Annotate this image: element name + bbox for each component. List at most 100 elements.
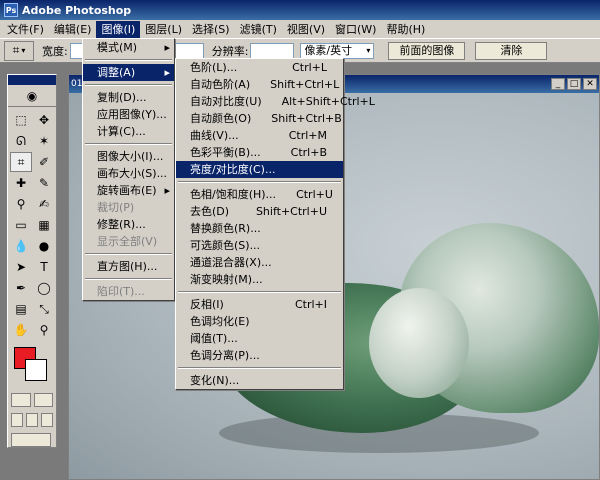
adjust-menu-item-0[interactable]: 色阶(L)... Ctrl+L [176, 59, 343, 76]
close-button[interactable]: ✕ [583, 78, 597, 90]
image-menu-item-15[interactable]: 直方图(H)... [83, 258, 174, 275]
adjust-menu-item-2[interactable]: 自动对比度(U) Alt+Shift+Ctrl+L [176, 93, 375, 110]
adjust-menu-item-9[interactable]: 去色(D) Shift+Ctrl+U [176, 203, 343, 220]
lasso-tool-icon[interactable]: ᘏ [10, 131, 32, 151]
shape-tool-icon[interactable]: ◯ [33, 278, 55, 298]
menu-item-7[interactable]: 窗口(W) [330, 21, 381, 38]
adjust-menu-item-16[interactable]: 色调均化(E) [176, 313, 343, 330]
crop-tool-icon[interactable]: ⌗ [10, 152, 32, 172]
maximize-button[interactable]: □ [567, 78, 581, 90]
menu-separator [85, 143, 172, 145]
standard-mode-button[interactable] [11, 393, 31, 407]
adjust-menu-item-13[interactable]: 渐变映射(M)... [176, 271, 343, 288]
gradient-tool-icon[interactable]: ▦ [33, 215, 55, 235]
adjust-menu-item-label: 曲线(V)... [190, 129, 239, 142]
height-input[interactable] [171, 42, 204, 59]
image-menu-item-13: 显示全部(V) [83, 233, 174, 250]
marquee-tool-icon[interactable]: ⬚ [10, 110, 32, 130]
slice-tool-icon[interactable]: ✐ [33, 152, 55, 172]
adjust-menu-item-17[interactable]: 阈值(T)... [176, 330, 343, 347]
adjust-menu-item-20[interactable]: 变化(N)... [176, 372, 343, 389]
menu-item-3[interactable]: 图层(L) [140, 21, 187, 38]
adjust-menu-item-shortcut: Ctrl+U [296, 188, 333, 201]
adjust-menu-item-shortcut: Shift+Ctrl+L [270, 78, 340, 91]
type-tool-icon[interactable]: T [33, 257, 55, 277]
image-menu-item-8[interactable]: 图像大小(I)... [83, 148, 174, 165]
image-menu-item-label: 旋转画布(E) [97, 184, 157, 197]
resolution-input[interactable] [250, 42, 295, 59]
adjust-menu-item-12[interactable]: 通道混合器(X)... [176, 254, 343, 271]
width-label: 宽度: [42, 44, 68, 58]
menu-item-5[interactable]: 滤镜(T) [235, 21, 282, 38]
adjust-menu-item-label: 自动对比度(U) [190, 95, 262, 108]
healing-brush-tool-icon[interactable]: ✚ [10, 173, 32, 193]
adjust-menu-item-shortcut: Shift+Ctrl+U [255, 205, 327, 218]
minimize-button[interactable]: _ [551, 78, 565, 90]
menu-item-8[interactable]: 帮助(H) [381, 21, 430, 38]
menu-item-6[interactable]: 视图(V) [282, 21, 330, 38]
dodge-tool-icon[interactable]: ● [33, 236, 55, 256]
image-menu-item-0[interactable]: 模式(M) [83, 39, 174, 56]
front-image-button[interactable]: 前面的图像 [388, 41, 466, 60]
eyedropper-tool-icon[interactable]: ⤡ [33, 299, 55, 319]
adjust-menu-item-label: 色调分离(P)... [190, 349, 260, 362]
adjust-menu-item-5[interactable]: 色彩平衡(B)... Ctrl+B [176, 144, 343, 161]
magic-wand-tool-icon[interactable]: ✶ [33, 131, 55, 151]
menu-item-2[interactable]: 图像(I) [96, 20, 141, 38]
background-color-swatch[interactable] [25, 359, 47, 381]
brush-tool-icon[interactable]: ✎ [33, 173, 55, 193]
blur-tool-icon[interactable]: 💧 [10, 236, 32, 256]
clone-stamp-tool-icon[interactable]: ⚲ [10, 194, 32, 214]
image-menu-item-9[interactable]: 画布大小(S)... [83, 165, 174, 182]
screen-mode-standard-button[interactable] [11, 413, 23, 427]
menu-separator [178, 291, 341, 293]
eraser-tool-icon[interactable]: ▭ [10, 215, 32, 235]
image-menu-item-12[interactable]: 修整(R)... [83, 216, 174, 233]
title-bar: Ps Adobe Photoshop [0, 0, 600, 20]
adjust-menu-item-8[interactable]: 色相/饱和度(H)... Ctrl+U [176, 186, 343, 203]
menu-separator [178, 181, 341, 183]
screen-mode-full-button[interactable] [41, 413, 53, 427]
adjust-menu-item-label: 色调均化(E) [190, 315, 250, 328]
image-menu-item-label: 调整(A) [97, 66, 136, 79]
menu-item-1[interactable]: 编辑(E) [49, 21, 97, 38]
image-menu-item-5[interactable]: 应用图像(Y)... [83, 106, 174, 123]
screen-mode-full-menu-button[interactable] [26, 413, 38, 427]
adjust-menu-item-10[interactable]: 替换颜色(R)... [176, 220, 343, 237]
adjust-menu-item-4[interactable]: 曲线(V)... Ctrl+M [176, 127, 343, 144]
chevron-down-icon: ▾ [21, 46, 26, 55]
clear-button[interactable]: 清除 [475, 41, 548, 60]
image-menu-item-4[interactable]: 复制(D)... [83, 89, 174, 106]
path-selection-tool-icon[interactable]: ➤ [10, 257, 32, 277]
history-brush-tool-icon[interactable]: ✍ [33, 194, 55, 214]
adjust-menu-item-18[interactable]: 色调分离(P)... [176, 347, 343, 364]
photoshop-eye-logo-icon[interactable]: ◉ [8, 85, 56, 107]
hand-tool-icon[interactable]: ✋ [10, 320, 32, 340]
move-tool-icon[interactable]: ✥ [33, 110, 55, 130]
window-title: Adobe Photoshop [22, 3, 132, 17]
notes-tool-icon[interactable]: ▤ [10, 299, 32, 319]
menu-item-4[interactable]: 选择(S) [187, 21, 235, 38]
adjust-menu-item-label: 亮度/对比度(C)... [190, 163, 276, 176]
adjust-menu-item-label: 变化(N)... [190, 374, 240, 387]
adjust-menu-item-6[interactable]: 亮度/对比度(C)... [176, 161, 343, 178]
adjust-menu-item-11[interactable]: 可选颜色(S)... [176, 237, 343, 254]
adjust-menu-item-shortcut: Shift+Ctrl+B [271, 112, 342, 125]
image-menu-item-10[interactable]: 旋转画布(E) [83, 182, 174, 199]
image-menu-item-2[interactable]: 调整(A) [83, 64, 174, 81]
crop-tool-preset-button[interactable]: ⌗ ▾ [4, 40, 34, 61]
pen-tool-icon[interactable]: ✒ [10, 278, 32, 298]
image-menu: 模式(M) 调整(A) 复制(D)... 应用图像(Y)... 计算(C)... 图像大小… [82, 38, 175, 301]
adjust-menu-item-3[interactable]: 自动颜色(O) Shift+Ctrl+B [176, 110, 343, 127]
adjust-menu-item-1[interactable]: 自动色阶(A) Shift+Ctrl+L [176, 76, 343, 93]
jump-to-imageready-button[interactable] [11, 433, 51, 447]
image-menu-item-6[interactable]: 计算(C)... [83, 123, 174, 140]
quick-mask-mode-button[interactable] [33, 393, 53, 407]
zoom-tool-icon[interactable]: ⚲ [33, 320, 55, 340]
toolbox-title-bar[interactable] [8, 75, 56, 85]
menu-item-0[interactable]: 文件(F) [2, 21, 49, 38]
adjust-menu-item-label: 阈值(T)... [190, 332, 238, 345]
image-menu-item-label: 修整(R)... [97, 218, 146, 231]
resolution-unit-select[interactable]: 像素/英寸 ▾ [300, 42, 375, 59]
adjust-menu-item-15[interactable]: 反相(I) Ctrl+I [176, 296, 343, 313]
